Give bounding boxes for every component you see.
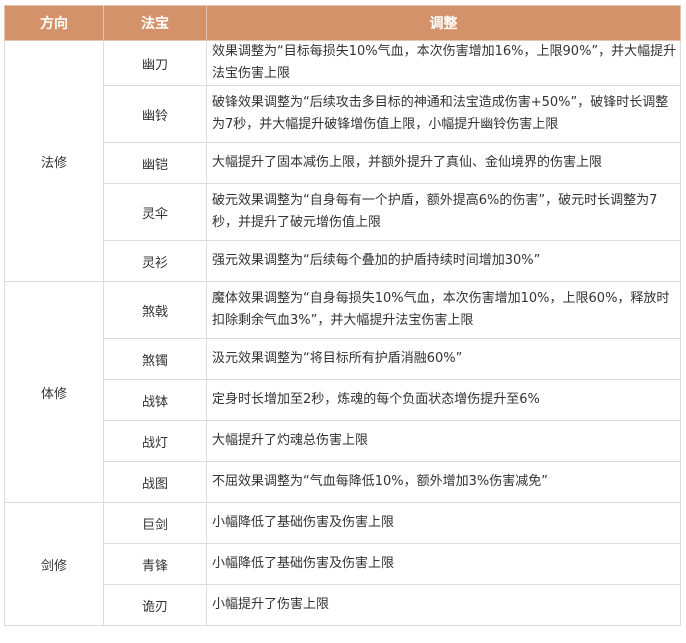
treasure-cell: 青锋 <box>103 543 207 585</box>
treasure-cell: 幽铃 <box>103 85 207 143</box>
table-row: 战图 不屈效果调整为“气血每降低10%，额外增加3%伤害减免” <box>5 461 681 503</box>
header-treasure: 法宝 <box>103 5 207 41</box>
adjustment-cell: 不屈效果调整为“气血每降低10%，额外增加3%伤害减免” <box>206 461 681 503</box>
adjustment-cell: 破锋效果调整为“后续攻击多目标的神通和法宝造成伤害+50%”，破锋时长调整为7秒… <box>206 85 681 143</box>
treasure-cell: 战钵 <box>103 379 207 421</box>
table-row: 幽铃 破锋效果调整为“后续攻击多目标的神通和法宝造成伤害+50%”，破锋时长调整为… <box>5 85 681 143</box>
table-row: 体修 煞戟 魔体效果调整为“自身每损失10%气血，本次伤害增加10%，上限60%，释… <box>4 281 681 503</box>
table-row: 诡刃 小幅提升了伤害上限 <box>5 584 681 626</box>
treasure-cell: 诡刃 <box>103 584 207 626</box>
adjustment-cell: 小幅降低了基础伤害及伤害上限 <box>206 502 681 544</box>
treasure-cell: 战图 <box>103 461 207 503</box>
direction-cell: 法修 <box>4 40 104 282</box>
adjustment-cell: 大幅提升了灼魂总伤害上限 <box>206 420 681 462</box>
adjustment-cell: 小幅降低了基础伤害及伤害上限 <box>206 543 681 585</box>
table-row: 战灯 大幅提升了灼魂总伤害上限 <box>5 420 681 462</box>
adjustment-cell: 效果调整为“目标每损失10%气血，本次伤害增加16%，上限90%”，并大幅提升法… <box>206 40 681 86</box>
adjustment-cell: 汲元效果调整为“将目标所有护盾消融60%” <box>206 338 681 380</box>
table-row: 剑修 巨剑 小幅降低了基础伤害及伤害上限 <box>4 502 681 626</box>
adjustment-cell: 破元效果调整为“自身每有一个护盾，额外提高6%的伤害”，破元时长调整为7秒，并提… <box>206 183 681 241</box>
table-body: 法修 幽刀 效果调整为“目标每损失10%气血，本次伤害增加16%，上限90%”，并大… <box>4 40 681 626</box>
adjustment-cell: 大幅提升了固本减伤上限，并额外提升了真仙、金仙境界的伤害上限 <box>206 142 681 184</box>
treasure-cell: 幽刀 <box>103 40 207 86</box>
treasure-cell: 煞戟 <box>103 281 207 339</box>
table-row: 青锋 小幅降低了基础伤害及伤害上限 <box>5 543 681 585</box>
treasure-cell: 幽铠 <box>103 142 207 184</box>
table-row: 幽铠 大幅提升了固本减伤上限，并额外提升了真仙、金仙境界的伤害上限 <box>5 142 681 184</box>
patch-notes-table-wrapper: 方向 法宝 调整 法修 幽刀 效果调整为“目标每损失10%气血，本次伤害增加16%，… <box>4 5 681 626</box>
header-direction: 方向 <box>4 5 104 41</box>
treasure-cell: 灵衫 <box>103 240 207 282</box>
table-row: 灵伞 破元效果调整为“自身每有一个护盾，额外提高6%的伤害”，破元时长调整为7秒，… <box>5 183 681 241</box>
table-row: 灵衫 强元效果调整为“后续每个叠加的护盾持续时间增加30%” <box>5 240 681 282</box>
table-row: 煞镯 汲元效果调整为“将目标所有护盾消融60%” <box>5 338 681 380</box>
treasure-cell: 煞镯 <box>103 338 207 380</box>
treasure-cell: 灵伞 <box>103 183 207 241</box>
header-adjustment: 调整 <box>206 5 681 41</box>
adjustment-cell: 魔体效果调整为“自身每损失10%气血，本次伤害增加10%，上限60%，释放时扣除… <box>206 281 681 339</box>
table-header-row: 方向 法宝 调整 <box>4 5 681 41</box>
treasure-cell: 巨剑 <box>103 502 207 544</box>
adjustment-cell: 强元效果调整为“后续每个叠加的护盾持续时间增加30%” <box>206 240 681 282</box>
table-row: 战钵 定身时长增加至2秒，炼魂的每个负面状态增伤提升至6% <box>5 379 681 421</box>
treasure-cell: 战灯 <box>103 420 207 462</box>
adjustment-cell: 小幅提升了伤害上限 <box>206 584 681 626</box>
adjustment-cell: 定身时长增加至2秒，炼魂的每个负面状态增伤提升至6% <box>206 379 681 421</box>
table-row: 法修 幽刀 效果调整为“目标每损失10%气血，本次伤害增加16%，上限90%”，并大… <box>4 40 681 282</box>
treasure-adjustment-table: 方向 法宝 调整 法修 幽刀 效果调整为“目标每损失10%气血，本次伤害增加16%，… <box>4 5 681 626</box>
direction-cell: 剑修 <box>4 502 104 626</box>
direction-cell: 体修 <box>4 281 104 503</box>
